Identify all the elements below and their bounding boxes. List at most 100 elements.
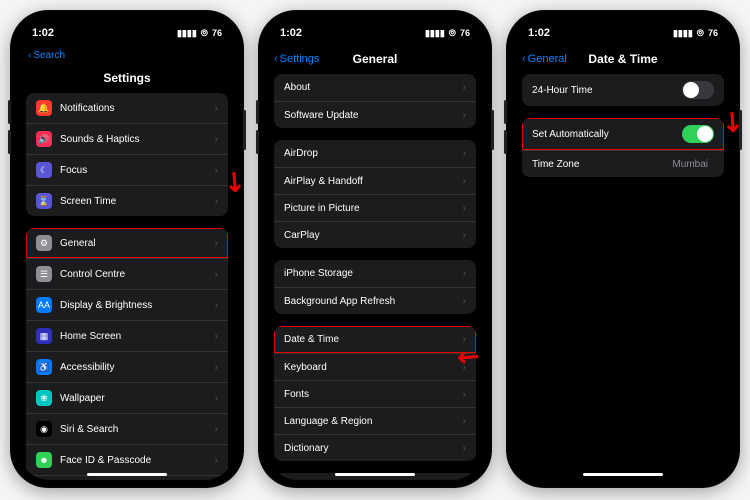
settings-row[interactable]: ☻Face ID & Passcode›	[26, 444, 228, 475]
chevron-left-icon: ‹	[522, 53, 526, 65]
page-title: Date & Time	[582, 52, 664, 66]
settings-row[interactable]: Fonts›	[274, 380, 476, 407]
chevron-right-icon: ›	[463, 416, 466, 427]
row-label: AirPlay & Handoff	[284, 176, 463, 187]
settings-row[interactable]: CarPlay›	[274, 221, 476, 248]
status-right: ▮▮▮▮ ⦾ 76	[673, 28, 718, 39]
row-icon: 🔊	[36, 131, 52, 147]
row-label: Notifications	[60, 103, 215, 114]
row-label: iPhone Storage	[284, 268, 463, 279]
row-label: Time Zone	[532, 159, 672, 170]
status-time: 1:02	[280, 27, 302, 39]
back-label: General	[528, 53, 567, 65]
settings-row[interactable]: Picture in Picture›	[274, 194, 476, 221]
row-label: Sounds & Haptics	[60, 134, 215, 145]
home-indicator[interactable]	[335, 473, 415, 476]
battery-icon: 76	[212, 28, 222, 38]
settings-row[interactable]: ♿Accessibility›	[26, 351, 228, 382]
chevron-right-icon: ›	[215, 103, 218, 114]
row-label: About	[284, 82, 463, 93]
notch	[77, 18, 177, 38]
row-icon: 🔔	[36, 100, 52, 116]
settings-row[interactable]: Date & Time›	[274, 326, 476, 353]
row-label: Wallpaper	[60, 393, 215, 404]
settings-row[interactable]: AirDrop›	[274, 140, 476, 167]
row-icon: ☾	[36, 162, 52, 178]
notch	[573, 18, 673, 38]
chevron-right-icon: ›	[463, 389, 466, 400]
home-indicator[interactable]	[583, 473, 663, 476]
wifi-icon: ⦾	[201, 28, 208, 39]
settings-row[interactable]: 🔔 Notifications›	[26, 93, 228, 123]
settings-row[interactable]: Language & Region›	[274, 407, 476, 434]
row-24hour-time[interactable]: 24-Hour Time	[522, 74, 724, 106]
battery-icon: 76	[708, 28, 718, 38]
row-icon: ❀	[36, 390, 52, 406]
settings-row[interactable]: AirPlay & Handoff›	[274, 167, 476, 194]
chevron-right-icon: ›	[463, 176, 466, 187]
settings-row[interactable]: ▦Home Screen›	[26, 320, 228, 351]
row-set-automatically[interactable]: Set Automatically	[522, 118, 724, 150]
notch	[325, 18, 425, 38]
phone-device-3: 1:02 ▮▮▮▮ ⦾ 76 ‹ General Date & Time 24-…	[506, 10, 740, 488]
row-icon: ▦	[36, 328, 52, 344]
toggle-set-automatically[interactable]	[682, 125, 714, 143]
phone-device-1: 1:02 ▮▮▮▮ ⦾ 76 ‹ Search Settings 🔔Notifi…	[10, 10, 244, 488]
settings-row[interactable]: AADisplay & Brightness›	[26, 289, 228, 320]
back-button[interactable]: ‹ Settings	[274, 53, 334, 65]
volume-down-button	[504, 130, 507, 154]
chevron-right-icon: ›	[215, 300, 218, 311]
settings-row[interactable]: 🔊 Sounds & Haptics›	[26, 123, 228, 154]
row-label: Language & Region	[284, 416, 463, 427]
chevron-right-icon: ›	[463, 443, 466, 454]
power-button	[491, 110, 494, 150]
back-label: Search	[33, 50, 65, 61]
status-time: 1:02	[528, 27, 550, 39]
chevron-left-icon: ‹	[274, 53, 278, 65]
row-time-zone[interactable]: Time Zone Mumbai	[522, 150, 724, 177]
chevron-right-icon: ›	[463, 82, 466, 93]
row-icon: ♿	[36, 359, 52, 375]
home-indicator[interactable]	[87, 473, 167, 476]
battery-icon: 76	[460, 28, 470, 38]
volume-down-button	[256, 130, 259, 154]
settings-row[interactable]: ❀Wallpaper›	[26, 382, 228, 413]
row-icon: ⌛	[36, 193, 52, 209]
chevron-right-icon: ›	[215, 134, 218, 145]
settings-row[interactable]: ☰Control Centre›	[26, 258, 228, 289]
settings-row[interactable]: Keyboard›	[274, 353, 476, 380]
chevron-right-icon: ›	[463, 268, 466, 279]
row-label: Background App Refresh	[284, 296, 463, 307]
toggle-24hour[interactable]	[682, 81, 714, 99]
settings-row[interactable]: About›	[274, 74, 476, 101]
row-label: Picture in Picture	[284, 203, 463, 214]
volume-up-button	[8, 100, 11, 124]
settings-list[interactable]: 🔔Notifications›🔊Sounds & Haptics›☾Focus›…	[18, 93, 236, 480]
power-button	[243, 110, 246, 150]
volume-down-button	[8, 130, 11, 154]
chevron-right-icon: ›	[215, 165, 218, 176]
wifi-icon: ⦾	[449, 28, 456, 39]
page-title: Settings	[86, 71, 168, 85]
volume-up-button	[504, 100, 507, 124]
row-label: General	[60, 238, 215, 249]
settings-row[interactable]: Software Update›	[274, 101, 476, 128]
back-to-search[interactable]: ‹ Search	[18, 48, 236, 67]
chevron-right-icon: ›	[463, 148, 466, 159]
row-value: Mumbai	[672, 159, 708, 170]
general-list[interactable]: About›Software Update› AirDrop›AirPlay &…	[266, 74, 484, 480]
settings-row[interactable]: ⌛Screen Time›	[26, 185, 228, 216]
chevron-right-icon: ›	[215, 238, 218, 249]
settings-row[interactable]: iPhone Storage›	[274, 260, 476, 287]
chevron-right-icon: ›	[463, 230, 466, 241]
settings-row[interactable]: ☾Focus›	[26, 154, 228, 185]
settings-row[interactable]: ⚙General›	[26, 228, 228, 258]
row-label: Set Automatically	[532, 129, 682, 140]
row-label: Screen Time	[60, 196, 215, 207]
back-button[interactable]: ‹ General	[522, 53, 582, 65]
settings-row[interactable]: Background App Refresh›	[274, 287, 476, 314]
settings-row[interactable]: Dictionary›	[274, 434, 476, 461]
settings-row[interactable]: ◉Siri & Search›	[26, 413, 228, 444]
chevron-left-icon: ‹	[28, 50, 31, 61]
back-label: Settings	[280, 53, 320, 65]
